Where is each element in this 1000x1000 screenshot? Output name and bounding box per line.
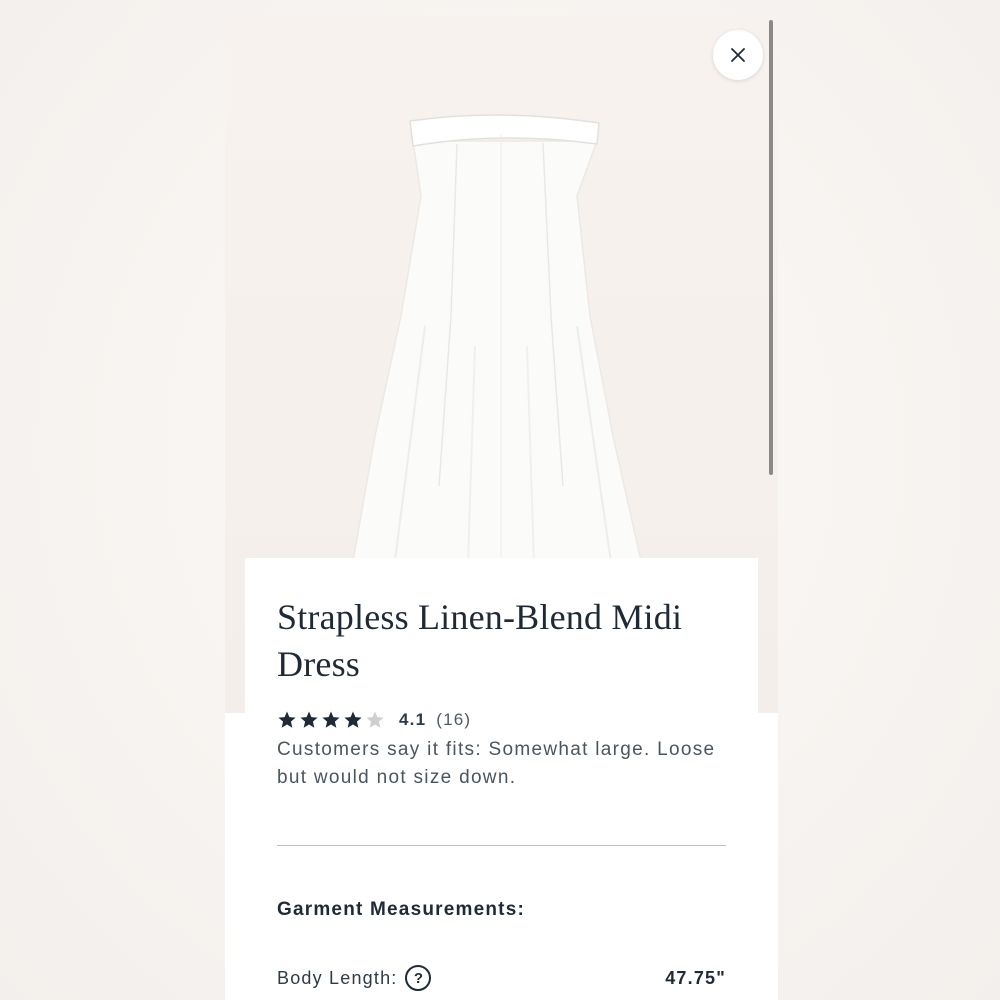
- divider: [277, 845, 726, 846]
- rating-value: 4.1: [399, 710, 427, 729]
- measurements-heading: Garment Measurements:: [277, 899, 525, 920]
- measurement-value: 47.75": [665, 967, 726, 988]
- image-scrollbar[interactable]: [769, 20, 773, 475]
- review-count: (16): [436, 710, 472, 729]
- rating-summary[interactable]: 4.1 (16): [277, 708, 471, 732]
- measurement-label-group: Body Length: ?: [277, 965, 432, 991]
- product-title: Strapless Linen-Blend Midi Dress: [277, 597, 683, 684]
- star-icon: [366, 711, 384, 728]
- product-details-card: Strapless Linen-Blend Midi Dress 4.1 (16…: [245, 558, 758, 1000]
- star-icon: [300, 711, 318, 728]
- measurement-row: Body Length: ? 47.75": [277, 962, 726, 994]
- product-quickview-panel: Strapless Linen-Blend Midi Dress 4.1 (16…: [225, 16, 778, 1000]
- close-button[interactable]: [713, 30, 763, 80]
- measurement-label: Body Length:: [277, 967, 398, 988]
- question-circle-icon[interactable]: ?: [405, 965, 432, 991]
- fit-summary: Customers say it fits: Somewhat large. L…: [277, 739, 716, 788]
- rating-stars: [277, 710, 387, 730]
- star-icon: [322, 711, 340, 728]
- close-icon: [731, 48, 745, 62]
- star-icon: [344, 711, 362, 728]
- star-icon: [278, 711, 296, 728]
